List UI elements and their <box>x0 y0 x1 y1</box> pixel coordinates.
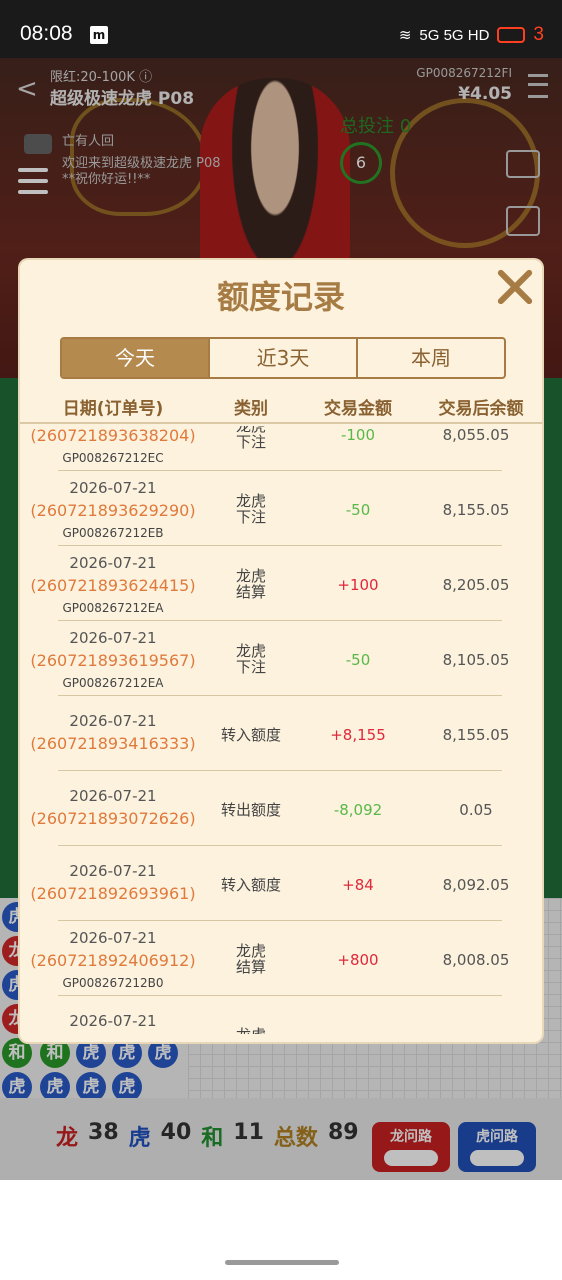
record-game-id: GP008267212EA <box>62 676 164 690</box>
record-category: 龙虎 <box>235 642 266 660</box>
table-row: 2026-07-21 (260721893619567) GP008267212EA… <box>20 621 542 696</box>
tab-3days[interactable]: 近3天 <box>208 339 356 377</box>
period-tabs: 今天 近3天 本周 <box>60 337 506 379</box>
record-balance: 8,155.05 <box>442 726 510 744</box>
record-category: 龙虎 <box>235 567 266 585</box>
record-balance: 8,092.05 <box>442 876 510 894</box>
record-amount: +84 <box>342 876 374 894</box>
record-order-id: (260721892406912) <box>30 951 196 970</box>
record-category: 下注 <box>235 433 266 451</box>
record-category: 转入额度 <box>220 726 281 744</box>
wifi-icon: ≋ <box>398 27 412 44</box>
record-order-id: (260721893629290) <box>30 501 196 520</box>
table-row: (260721893638204) GP008267212EC 龙虎 下注 -100 8,… <box>20 426 542 471</box>
record-order-id: (260721892693961) <box>30 884 196 903</box>
record-amount: -100 <box>340 426 376 444</box>
table-row: 2026-07-21 (260721893624415) GP008267212EA… <box>20 546 542 621</box>
record-category: 龙虎 <box>206 1027 296 1034</box>
record-category: 转出额度 <box>220 801 281 819</box>
record-date: 2026-07-21 <box>69 629 157 647</box>
record-amount: +8,155 <box>330 726 386 744</box>
table-row: 2026-07-21 (260721893072626) 转出额度 -8,092 0.0… <box>20 771 542 846</box>
credit-record-dialog: 额度记录 今天 近3天 本周 日期(订单号) 类别 交易金额 交易后余额 (26… <box>20 260 542 1042</box>
record-balance: 0.05 <box>459 801 493 819</box>
tab-today[interactable]: 今天 <box>62 339 208 377</box>
header-amount: 交易金额 <box>324 399 392 419</box>
record-amount: -50 <box>345 651 371 669</box>
record-category: 龙虎 <box>235 492 266 510</box>
record-date: 2026-07-21 <box>69 712 157 730</box>
record-game-id: GP008267212EA <box>62 601 164 615</box>
record-balance: 8,105.05 <box>442 651 510 669</box>
record-category: 龙虎 <box>235 942 266 960</box>
record-order-id: (260721893072626) <box>30 809 196 828</box>
table-row: 2026-07-21 (260721892693961) 转入额度 +84 8,092.… <box>20 846 542 921</box>
home-indicator[interactable] <box>225 1260 339 1265</box>
battery-level: 3 <box>533 24 544 45</box>
dialog-title: 额度记录 <box>216 278 345 316</box>
record-order-id: (260721893416333) <box>30 734 196 753</box>
header-date: 日期(订单号) <box>62 399 164 419</box>
record-category: 下注 <box>235 508 266 526</box>
record-date: 2026-07-21 <box>69 787 157 805</box>
record-amount: -8,092 <box>333 801 383 819</box>
table-header: 日期(订单号) 类别 交易金额 交易后余额 <box>20 388 542 424</box>
record-category: 结算 <box>235 958 266 976</box>
record-amount: +100 <box>337 576 379 594</box>
record-game-id: GP008267212EB <box>62 526 164 540</box>
record-order-id: (260721893619567) <box>30 651 196 670</box>
status-bar: 08:08 m ≋ 5G 5G HD 3 <box>0 0 562 58</box>
record-order-id: (260721893624415) <box>30 576 196 595</box>
record-game-id: GP008267212EC <box>62 451 164 465</box>
record-category: 转入额度 <box>220 876 281 894</box>
record-game-id: GP008267212B0 <box>62 976 164 990</box>
record-amount: -50 <box>345 501 371 519</box>
record-amount: +800 <box>337 951 379 969</box>
table-row: 2026-07-21 (260721892406912) GP008267212B0… <box>20 921 542 996</box>
record-list[interactable]: (260721893638204) GP008267212EC 龙虎 下注 -100 8,… <box>20 426 542 1034</box>
media-icon: m <box>90 26 108 44</box>
record-date: 2026-07-21 <box>69 554 157 572</box>
record-category: 下注 <box>235 658 266 676</box>
record-balance: 8,205.05 <box>442 576 510 594</box>
close-icon[interactable] <box>494 266 534 306</box>
record-date: 2026-07-21 <box>69 479 157 497</box>
record-balance: 8,055.05 <box>442 426 510 444</box>
record-date: 2026-07-21 <box>69 929 157 947</box>
tab-week[interactable]: 本周 <box>356 339 504 377</box>
table-row: 2026-07-21 (260721893629290) GP008267212EB… <box>20 471 542 546</box>
status-right: ≋ 5G 5G HD 3 <box>399 24 544 46</box>
status-time: 08:08 <box>20 22 73 45</box>
record-balance: 8,155.05 <box>442 501 510 519</box>
nav-bar <box>0 1180 562 1280</box>
record-category: 结算 <box>235 583 266 601</box>
network-label: 5G 5G HD <box>419 26 490 44</box>
header-balance: 交易后余额 <box>438 399 524 419</box>
record-balance: 8,008.05 <box>442 951 510 969</box>
record-date: 2026-07-21 <box>69 1012 157 1030</box>
table-row: 2026-07-21 (260721893416333) 转入额度 +8,155 8,1… <box>20 696 542 771</box>
battery-icon <box>497 27 526 43</box>
table-row: 2026-07-21 龙虎 <box>20 996 542 1034</box>
header-category: 类别 <box>234 399 268 419</box>
record-order-id: (260721893638204) <box>30 426 196 445</box>
record-date: 2026-07-21 <box>69 862 157 880</box>
